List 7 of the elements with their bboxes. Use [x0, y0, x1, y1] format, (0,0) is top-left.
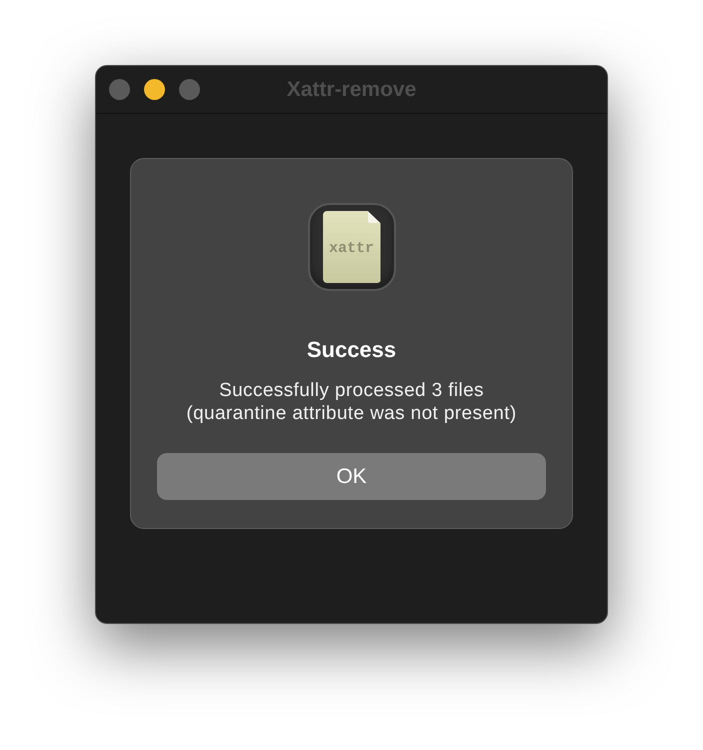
minimize-button[interactable] — [144, 79, 165, 100]
zoom-button[interactable] — [179, 79, 200, 100]
alert-message: Successfully processed 3 files (quarantine attribute was not present) — [186, 379, 517, 425]
icon-label: xattr — [328, 238, 374, 259]
close-button[interactable] — [109, 79, 130, 100]
alert-title: Success — [306, 337, 396, 363]
ok-button[interactable]: OK — [157, 453, 546, 500]
